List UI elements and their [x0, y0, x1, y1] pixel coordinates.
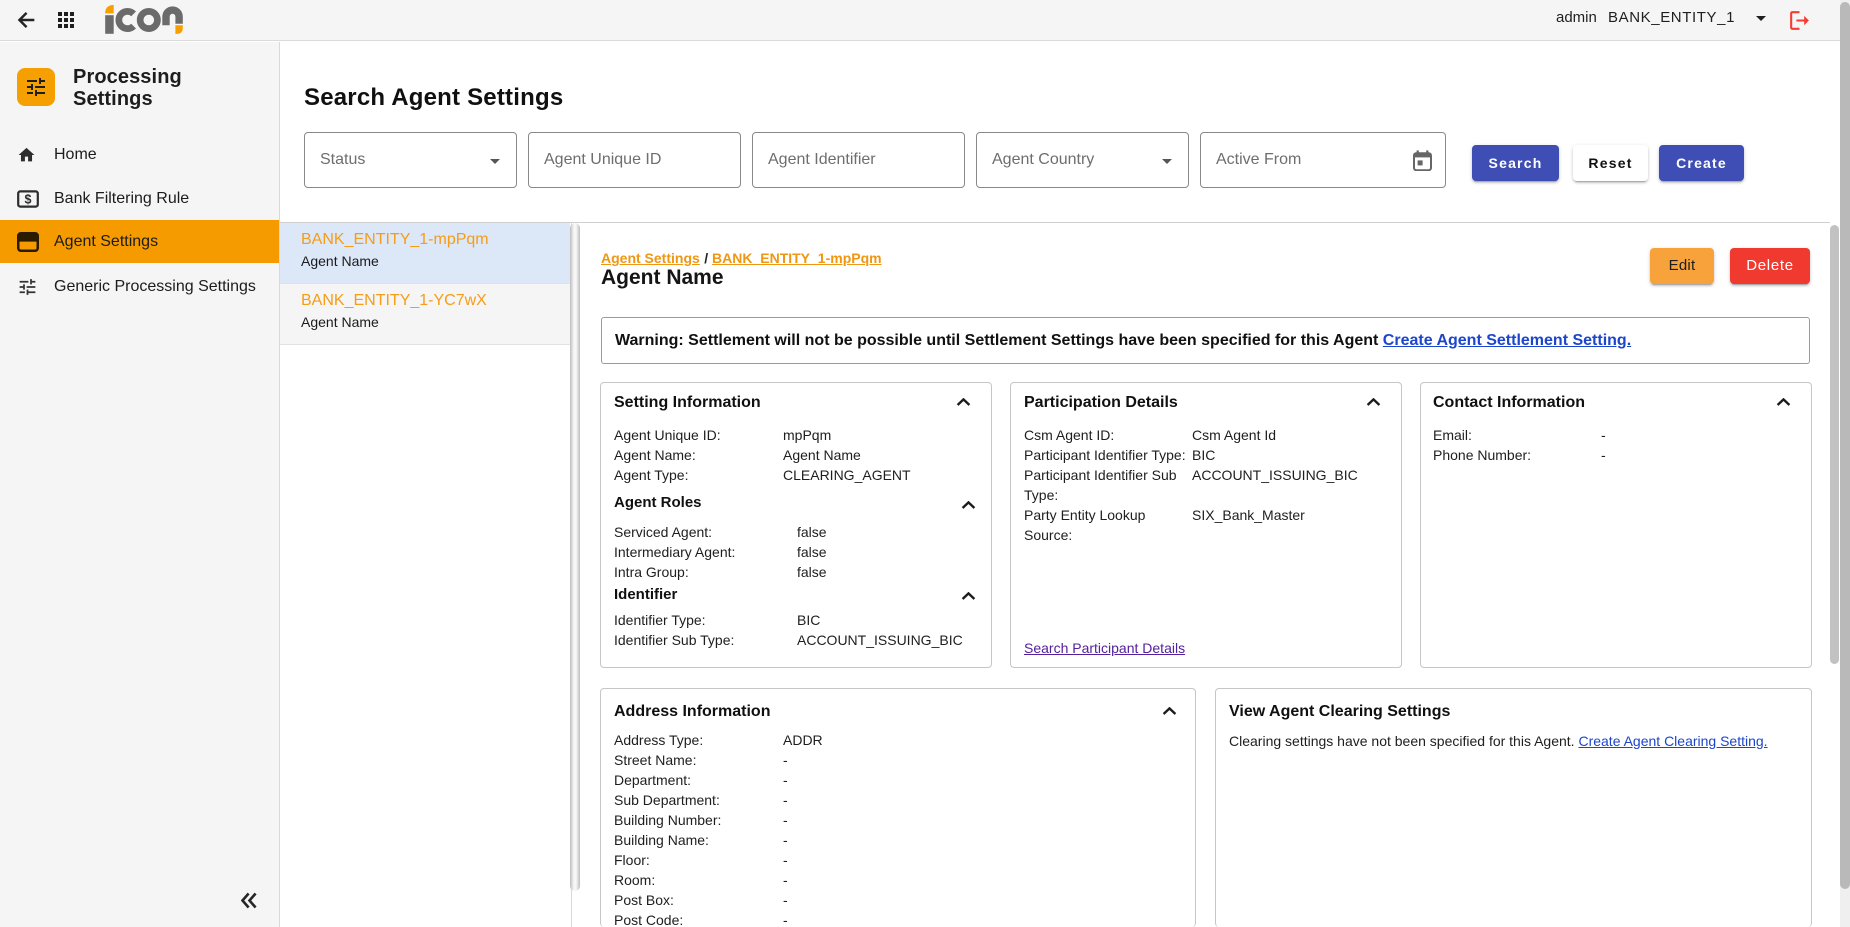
svg-text:$: $: [25, 192, 32, 206]
